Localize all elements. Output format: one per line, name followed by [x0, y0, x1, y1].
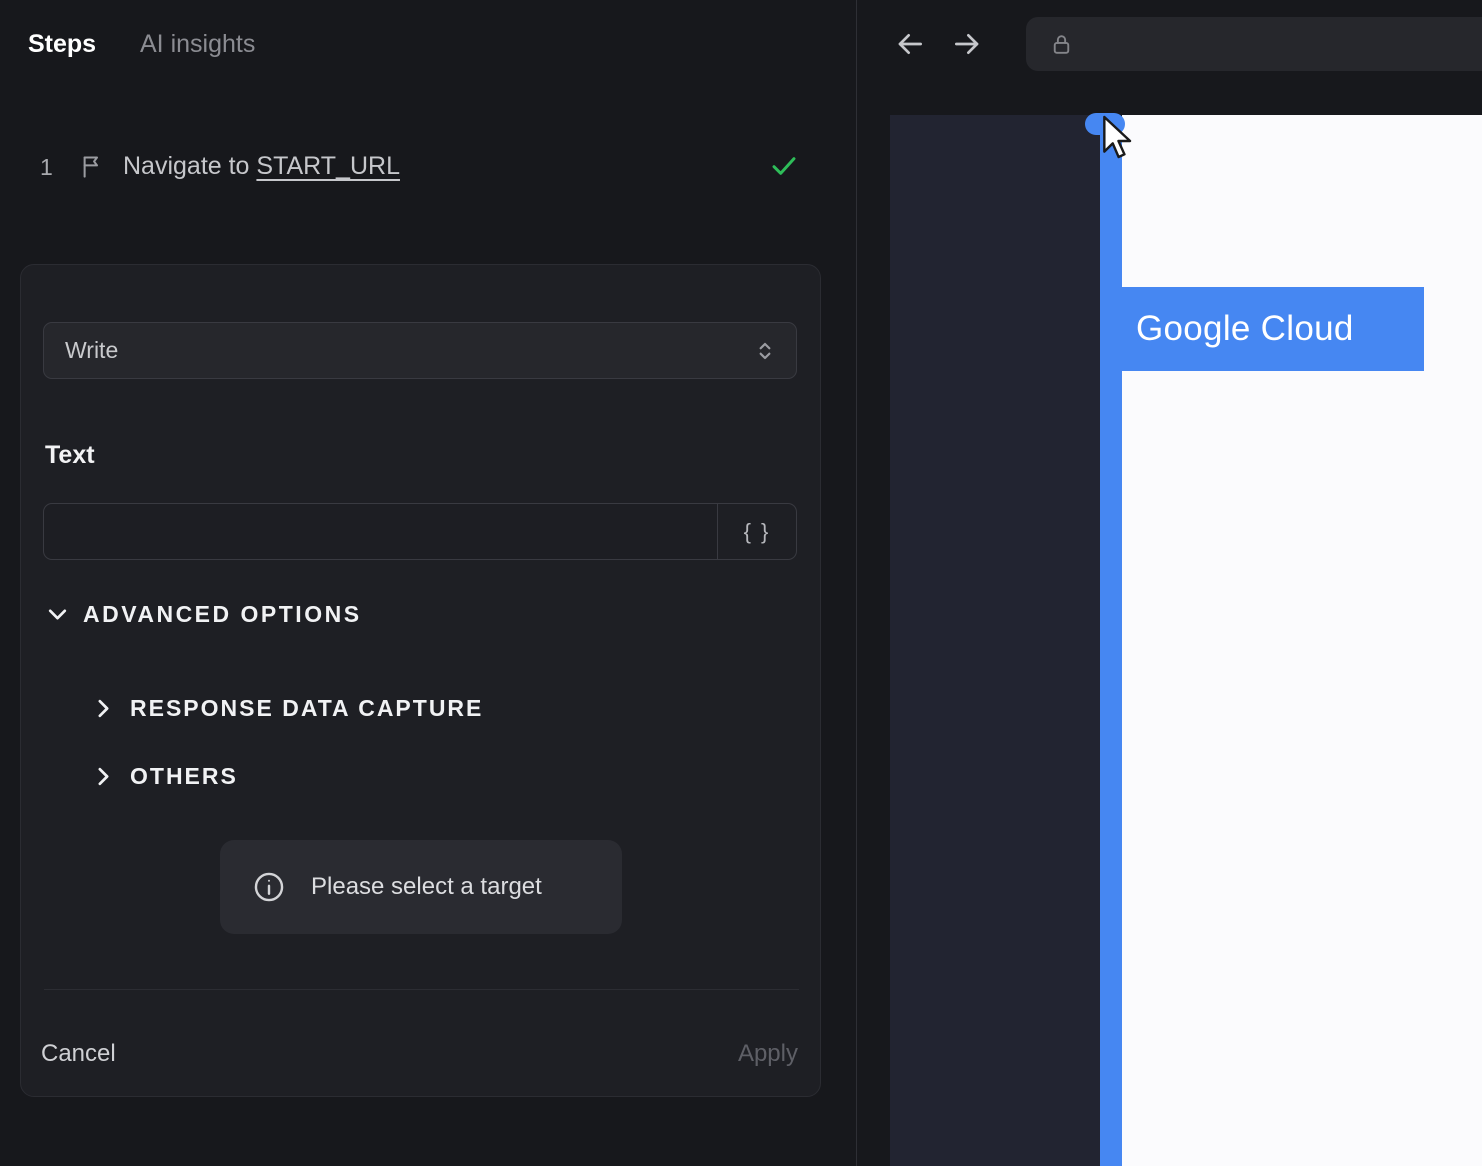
- chevron-up-down-icon: [752, 338, 778, 364]
- step-title-prefix: Navigate to: [123, 152, 257, 180]
- text-input[interactable]: [43, 503, 718, 560]
- others-toggle[interactable]: OTHERS: [91, 763, 238, 790]
- success-check-icon: [768, 150, 800, 182]
- footer-divider: [44, 989, 799, 990]
- step-title: Navigate to START_URL: [123, 152, 400, 181]
- cancel-button[interactable]: Cancel: [41, 1040, 116, 1068]
- steps-panel: Steps AI insights 1 Navigate to START_UR…: [0, 0, 857, 1166]
- lock-icon: [1049, 32, 1074, 57]
- browser-viewport: Google Cloud: [858, 88, 1482, 1166]
- advanced-options-label: ADVANCED OPTIONS: [83, 601, 362, 627]
- chevron-right-icon: [91, 696, 116, 721]
- action-type-select[interactable]: Write: [43, 322, 797, 379]
- tab-steps[interactable]: Steps: [28, 0, 96, 88]
- google-cloud-header[interactable]: Google Cloud: [1100, 287, 1424, 371]
- response-data-capture-toggle[interactable]: RESPONSE DATA CAPTURE: [91, 695, 483, 722]
- text-field-label: Text: [45, 441, 95, 469]
- step-editor-card: Write Text { } ADVANCED OPTIONS RESPONSE…: [20, 264, 821, 1097]
- browser-toolbar: [858, 0, 1482, 88]
- toast-message: Please select a target: [311, 873, 542, 900]
- page-dark-column: [890, 115, 1100, 1166]
- step-row[interactable]: 1 Navigate to START_URL: [0, 138, 857, 198]
- tab-ai-insights[interactable]: AI insights: [140, 0, 255, 88]
- others-label: OTHERS: [130, 763, 238, 789]
- insert-variable-button[interactable]: { }: [718, 503, 797, 560]
- back-button[interactable]: [894, 28, 926, 60]
- selection-highlight-strip: [1100, 115, 1122, 1166]
- page-background: [1122, 115, 1482, 1166]
- text-input-group: { }: [43, 503, 797, 560]
- url-bar[interactable]: [1026, 17, 1482, 71]
- cursor-pointer-icon: [1101, 115, 1133, 159]
- start-url-link[interactable]: START_URL: [256, 152, 400, 180]
- action-type-value: Write: [65, 337, 119, 363]
- advanced-options-toggle[interactable]: ADVANCED OPTIONS: [45, 601, 362, 628]
- app-window: Steps AI insights 1 Navigate to START_UR…: [0, 0, 1482, 1166]
- chevron-down-icon: [45, 602, 70, 627]
- response-data-capture-label: RESPONSE DATA CAPTURE: [130, 695, 484, 721]
- chevron-right-icon: [91, 764, 116, 789]
- google-cloud-label: Google Cloud: [1136, 309, 1354, 348]
- step-number: 1: [40, 154, 53, 180]
- forward-button[interactable]: [951, 28, 983, 60]
- select-target-toast: Please select a target: [220, 840, 622, 934]
- apply-button[interactable]: Apply: [738, 1040, 798, 1068]
- flag-icon: [79, 153, 106, 180]
- info-icon: [252, 870, 286, 904]
